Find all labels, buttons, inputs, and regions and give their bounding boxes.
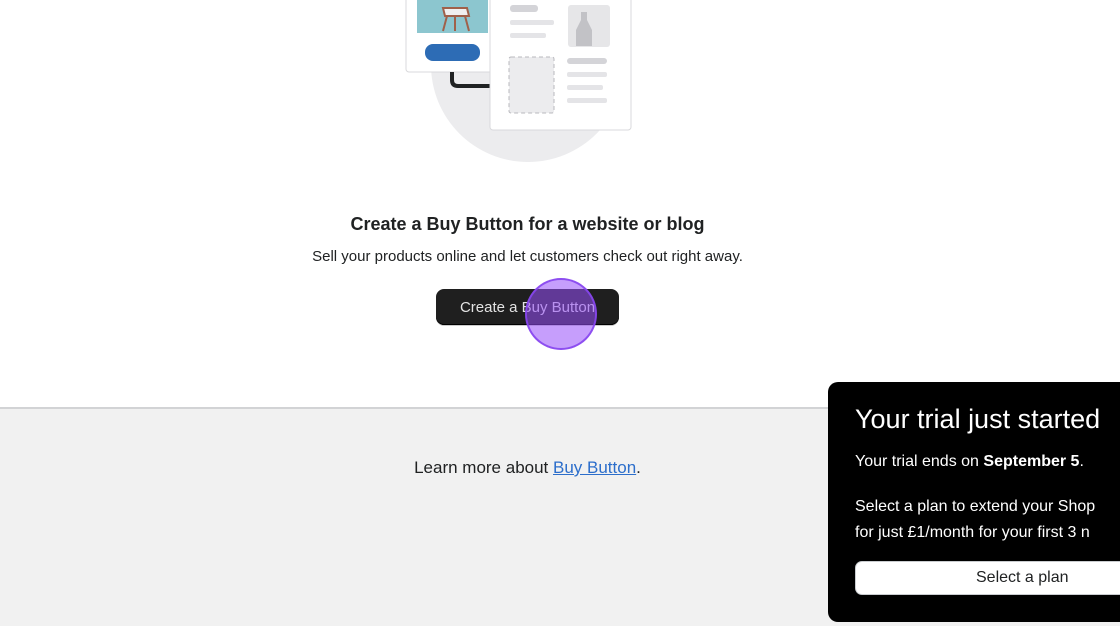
buy-button-help-link[interactable]: Buy Button	[553, 458, 636, 477]
trial-plan-description: Select a plan to extend your Shop for ju…	[855, 494, 1095, 546]
illustration-dashed-slot	[508, 56, 555, 114]
illustration-blue-button	[425, 44, 480, 61]
trial-popover-title: Your trial just started	[855, 404, 1101, 434]
trial-popover: Your trial just started Your trial ends …	[828, 382, 1120, 622]
empty-state-description: Sell your products online and let custom…	[312, 248, 743, 265]
learn-more-prefix: Learn more about	[414, 458, 553, 477]
empty-state-title: Create a Buy Button for a website or blo…	[350, 214, 705, 234]
create-buy-button-button[interactable]: Create a Buy Button	[436, 289, 619, 325]
buy-button-illustration	[405, 0, 632, 162]
trial-desc-line-1: Select a plan to extend your Shop	[855, 498, 1096, 515]
trial-end-date-text: Your trial ends on September 5.	[855, 453, 1084, 471]
learn-more-suffix: .	[636, 458, 641, 477]
trial-desc-line-2: for just £1/month for your first 3 n	[855, 524, 1090, 541]
trial-end-date: September 5	[983, 453, 1080, 470]
trial-ends-prefix: Your trial ends on	[855, 453, 984, 470]
trial-ends-suffix: .	[1079, 453, 1084, 470]
select-plan-button[interactable]: Select a plan	[855, 561, 1120, 595]
main-content: Create a Buy Button for a website or blo…	[0, 0, 1120, 408]
